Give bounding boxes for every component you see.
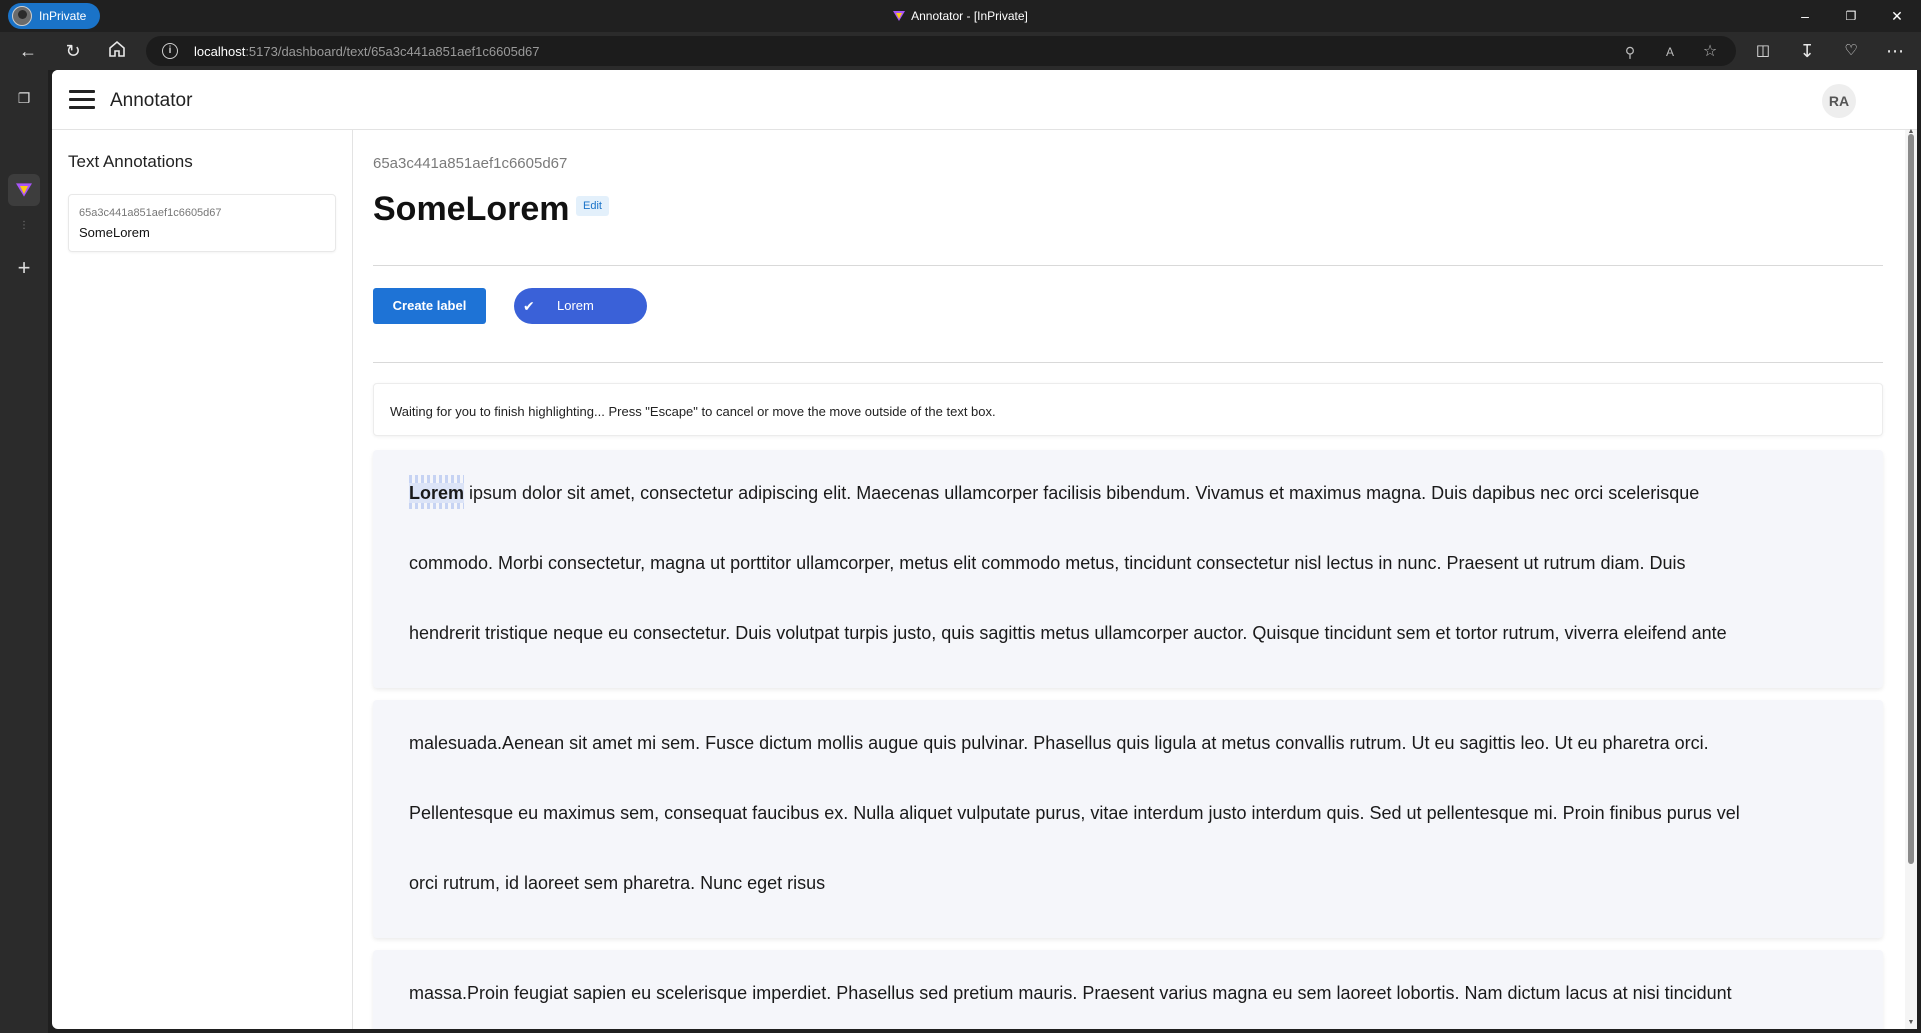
document-title: SomeLorem: [373, 190, 570, 228]
key-icon[interactable]: ⚲: [1621, 43, 1639, 61]
text-block[interactable]: malesuada.Aenean sit amet mi sem. Fusce …: [373, 700, 1883, 938]
label-chip-lorem[interactable]: ✔ Lorem: [514, 288, 647, 324]
sidebar-document-item[interactable]: 65a3c441a851aef1c6605d67 SomeLorem: [68, 194, 336, 252]
sidebar-document-id: 65a3c441a851aef1c6605d67: [79, 207, 222, 219]
new-tab-icon[interactable]: +: [12, 256, 36, 280]
text-line[interactable]: Pellentesque eu maximus sem, consequat f…: [409, 803, 1740, 824]
restore-icon[interactable]: ❐: [1841, 6, 1861, 26]
refresh-icon[interactable]: ↻: [62, 40, 84, 62]
vite-logo-icon: [893, 11, 906, 21]
url-text[interactable]: localhost:5173/dashboard/text/65a3c441a8…: [194, 44, 540, 59]
create-label-button[interactable]: Create label: [373, 288, 486, 324]
minimize-icon[interactable]: –: [1795, 6, 1815, 26]
window-title: Annotator - [InPrivate]: [0, 9, 1921, 23]
divider: [373, 362, 1883, 363]
app-title: Annotator: [110, 90, 193, 111]
split-screen-icon[interactable]: ◫: [1752, 40, 1774, 62]
text-block[interactable]: massa.Proin feugiat sapien eu scelerisqu…: [373, 950, 1883, 1029]
status-message: Waiting for you to finish highlighting..…: [390, 404, 996, 419]
scroll-down-icon[interactable]: ▼: [1907, 1019, 1915, 1027]
highlighted-span[interactable]: Lorem: [409, 483, 465, 503]
text-block[interactable]: Lorem ipsum dolor sit amet, consectetur …: [373, 450, 1883, 688]
read-aloud-icon[interactable]: A: [1661, 43, 1679, 61]
more-menu-icon[interactable]: ⋯: [1884, 40, 1906, 62]
hamburger-icon[interactable]: [69, 90, 95, 110]
text-line-rest: ipsum dolor sit amet, consectetur adipis…: [464, 483, 1700, 503]
text-line[interactable]: massa.Proin feugiat sapien eu scelerisqu…: [409, 983, 1732, 1004]
document-view: 65a3c441a851aef1c6605d67 SomeLorem Edit …: [373, 130, 1883, 1029]
sidebar-heading: Text Annotations: [68, 152, 193, 171]
browser-sidebar: ❐ ⋮ +: [0, 70, 48, 1033]
window-title-text: Annotator - [InPrivate]: [911, 9, 1028, 23]
back-icon[interactable]: ←: [17, 40, 39, 62]
address-bar[interactable]: i localhost:5173/dashboard/text/65a3c441…: [146, 36, 1736, 66]
sidebar-document-name: SomeLorem: [79, 225, 150, 240]
app-header: Annotator RA: [52, 70, 1917, 130]
check-icon: ✔: [523, 298, 535, 314]
annotations-sidebar: Text Annotations 65a3c441a851aef1c6605d6…: [52, 130, 353, 1029]
info-icon[interactable]: i: [162, 43, 178, 59]
page-scrollbar[interactable]: ▲ ▼: [1905, 128, 1917, 1029]
close-icon[interactable]: ✕: [1887, 6, 1907, 26]
text-line[interactable]: Lorem ipsum dolor sit amet, consectetur …: [409, 483, 1699, 504]
vite-tab-icon: [16, 183, 32, 197]
label-chip-text: Lorem: [557, 298, 594, 313]
divider: [373, 265, 1883, 266]
text-line[interactable]: hendrerit tristique neque eu consectetur…: [409, 623, 1727, 644]
scrollbar-thumb[interactable]: [1908, 134, 1914, 864]
user-avatar[interactable]: RA: [1822, 84, 1856, 118]
browser-essentials-icon[interactable]: ♡: [1840, 40, 1862, 62]
url-host: localhost: [194, 44, 246, 59]
status-message-box: Waiting for you to finish highlighting..…: [373, 383, 1883, 436]
text-line[interactable]: malesuada.Aenean sit amet mi sem. Fusce …: [409, 733, 1709, 754]
text-line[interactable]: commodo. Morbi consectetur, magna ut por…: [409, 553, 1686, 574]
text-line[interactable]: orci rutrum, id laoreet sem pharetra. Nu…: [409, 873, 825, 894]
tab-divider-icon: ⋮: [19, 220, 29, 231]
document-id: 65a3c441a851aef1c6605d67: [373, 155, 568, 172]
tab-actions-icon[interactable]: ❐: [12, 86, 36, 110]
edit-title-button[interactable]: Edit: [576, 196, 609, 216]
url-path: :5173/dashboard/text/65a3c441a851aef1c66…: [245, 44, 540, 59]
browser-toolbar: ← ↻ i localhost:5173/dashboard/text/65a3…: [0, 32, 1921, 70]
window-titlebar: InPrivate Annotator - [InPrivate] – ❐ ✕: [0, 0, 1921, 32]
download-icon[interactable]: ↧: [1796, 40, 1818, 62]
favorite-star-icon[interactable]: ☆: [1701, 43, 1719, 61]
home-icon[interactable]: [106, 40, 128, 62]
web-page: Annotator RA Text Annotations 65a3c441a8…: [52, 70, 1917, 1029]
